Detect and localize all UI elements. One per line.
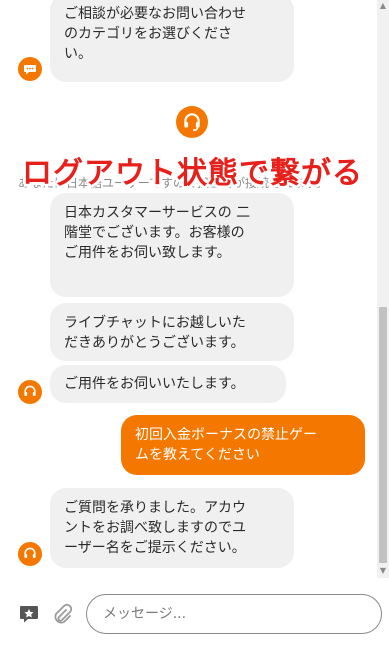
user-message: 初回入金ボーナスの禁止ゲー ムを教えてください xyxy=(121,415,365,475)
headset-icon xyxy=(18,542,42,566)
headset-icon xyxy=(176,106,208,138)
paperclip-icon[interactable] xyxy=(51,603,73,625)
agent-message: ご相談が必要なお問い合わせ のカテゴリをお選びくださ い。 xyxy=(50,0,294,82)
scrollbar[interactable]: ▲ ▼ xyxy=(377,0,389,578)
agent-message: ご用件をお伺いいたします。 xyxy=(50,365,286,403)
agent-message: 日本カスタマーサービスの 二 階堂でございます。お客様の ご用件をお伺い致します… xyxy=(50,193,294,297)
chat-bubble-icon xyxy=(18,57,42,81)
scrollbar-thumb[interactable] xyxy=(379,307,387,563)
scroll-down-arrow-icon[interactable]: ▼ xyxy=(378,566,388,576)
chat-transcript[interactable]: ご相談が必要なお問い合わせ のカテゴリをお選びくださ い。 あなたは日本語ユーザ… xyxy=(0,0,377,578)
scroll-up-arrow-icon[interactable]: ▲ xyxy=(378,1,388,11)
headset-icon xyxy=(18,380,42,404)
agent-message: ご質問を承りました。アカウ ントをお調べ致しますのでユ ーザー名をご提示ください… xyxy=(50,488,294,568)
message-input[interactable] xyxy=(86,594,382,634)
agent-message: ライブチャットにお越しいた だきありがとうございます。 xyxy=(50,303,294,361)
overlay-caption: ログアウト状態で繋がる xyxy=(22,156,363,191)
rating-star-icon[interactable] xyxy=(18,603,40,625)
